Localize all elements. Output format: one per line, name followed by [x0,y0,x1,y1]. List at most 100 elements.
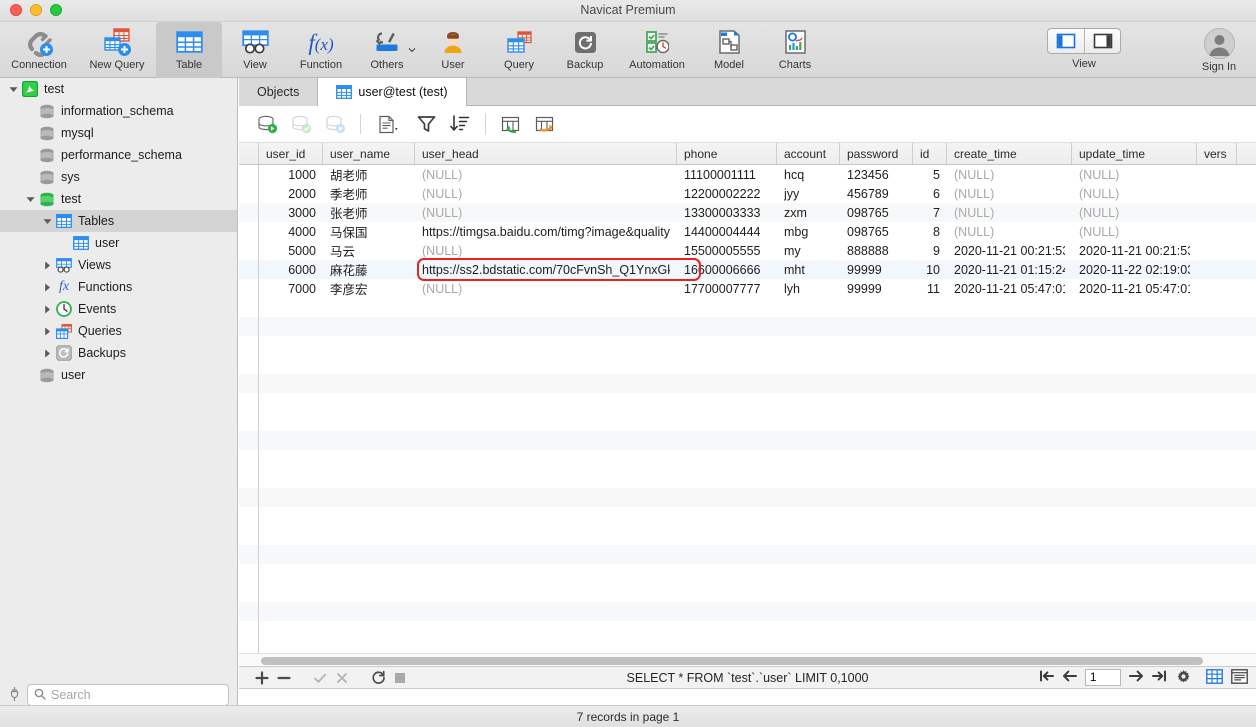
cell-vers[interactable] [1197,203,1237,222]
sort-icon[interactable] [444,110,476,138]
column-header-user_head[interactable]: user_head [415,143,677,164]
row-selector[interactable] [239,260,259,279]
search-input[interactable] [51,688,222,702]
data-grid[interactable]: user_id user_name user_head phone account pas… [239,143,1256,666]
sidebar-item-performance-schema[interactable]: performance_schema [0,144,237,166]
table-row[interactable]: 2000 季老师 (NULL) 12200002222 jyy 456789 6 (NULL)… [239,184,1256,203]
row-selector[interactable] [239,222,259,241]
cell-user_head[interactable]: (NULL) [415,279,677,298]
sidebar-item-views[interactable]: Views [0,254,237,276]
sign-in-button[interactable]: Sign In [1182,22,1256,78]
chevron-down-icon[interactable] [40,218,54,225]
cell-user_head[interactable]: (NULL) [415,165,677,184]
toolbar-charts-button[interactable]: Charts [762,22,828,78]
view-segmented-control[interactable] [1047,28,1121,54]
cell-password[interactable]: 99999 [840,279,913,298]
row-selector[interactable] [239,241,259,260]
cell-user_name[interactable]: 马云 [323,241,415,260]
chevron-right-icon[interactable] [40,283,54,292]
cell-user_name[interactable]: 胡老师 [323,165,415,184]
cell-vers[interactable] [1197,165,1237,184]
cell-user_name[interactable]: 李彦宏 [323,279,415,298]
cell-create_time[interactable]: 2020-11-21 01:15:24 [947,260,1072,279]
cell-account[interactable]: zxm [777,203,840,222]
commit-button[interactable] [285,110,317,138]
sidebar-item-functions[interactable]: fx Functions [0,276,237,298]
sidebar-item-user[interactable]: user [0,232,237,254]
row-selector[interactable] [239,203,259,222]
sidebar-item-sys[interactable]: sys [0,166,237,188]
cell-create_time[interactable]: (NULL) [947,203,1072,222]
cell-user_id[interactable]: 7000 [259,279,323,298]
table-row[interactable]: 7000 李彦宏 (NULL) 17700007777 lyh 99999 11 2020-1… [239,279,1256,298]
toolbar-automation-button[interactable]: Automation [618,22,696,78]
cell-phone[interactable]: 12200002222 [677,184,777,203]
last-page-button[interactable] [1152,670,1167,685]
cell-password[interactable]: 456789 [840,184,913,203]
cell-phone[interactable]: 16600006666 [677,260,777,279]
tab-user-test-test-[interactable]: user@test (test) [318,78,467,106]
column-header-vers[interactable]: vers [1197,143,1237,164]
chevron-right-icon[interactable] [40,261,54,270]
cell-update_time[interactable]: 2020-11-21 00:21:53 [1072,241,1197,260]
cell-update_time[interactable]: (NULL) [1072,203,1197,222]
sidebar-item-tables[interactable]: Tables [0,210,237,232]
toolbar-connection-button[interactable]: Connection [0,22,78,78]
toolbar-table-button[interactable]: Table [156,22,222,78]
cell-user_head[interactable]: https://timgsa.baidu.com/timg?image&qual… [415,222,677,241]
toolbar-view-button[interactable]: View [222,22,288,78]
cell-user_name[interactable]: 季老师 [323,184,415,203]
view-layout-toggle[interactable]: View [1032,22,1136,78]
chevron-right-icon[interactable] [40,349,54,358]
column-header-update_time[interactable]: update_time [1072,143,1197,164]
cell-account[interactable]: mht [777,260,840,279]
cell-user_head[interactable]: https://ss2.bdstatic.com/70cFvnSh_Q1YnxG… [415,260,677,279]
grid-body[interactable]: 1000 胡老师 (NULL) 11100001111 hcq 123456 5 (NULL)… [239,165,1256,653]
toolbar-others-button[interactable]: Others [354,22,420,78]
table-row[interactable]: 4000 马保国 https://timgsa.baidu.com/timg?ima… [239,222,1256,241]
cell-user_id[interactable]: 4000 [259,222,323,241]
cell-update_time[interactable]: (NULL) [1072,184,1197,203]
export-wizard-button[interactable] [529,110,561,138]
gear-icon[interactable] [1177,669,1190,686]
cell-phone[interactable]: 13300003333 [677,203,777,222]
cell-id[interactable]: 7 [913,203,947,222]
toolbar-model-button[interactable]: Model [696,22,762,78]
column-header-id[interactable]: id [913,143,947,164]
cell-user_head[interactable]: (NULL) [415,241,677,260]
cell-phone[interactable]: 11100001111 [677,165,777,184]
cell-user_name[interactable]: 麻花藤 [323,260,415,279]
tab-bar[interactable]: Objects user@test (test) [239,78,1256,106]
cell-update_time[interactable]: (NULL) [1072,222,1197,241]
sidebar-item-information-schema[interactable]: information_schema [0,100,237,122]
column-header-password[interactable]: password [840,143,913,164]
sidebar-left-toggle[interactable] [1048,29,1084,53]
sidebar-item-mysql[interactable]: mysql [0,122,237,144]
chevron-down-icon[interactable] [6,86,20,93]
cell-phone[interactable]: 15500005555 [677,241,777,260]
table-row[interactable]: 5000 马云 (NULL) 15500005555 my 888888 9 2020-11-… [239,241,1256,260]
cell-vers[interactable] [1197,241,1237,260]
cell-user_id[interactable]: 2000 [259,184,323,203]
cell-id[interactable]: 10 [913,260,947,279]
sidebar-item-user[interactable]: user [0,364,237,386]
cell-user_head[interactable]: (NULL) [415,184,677,203]
cell-account[interactable]: mbg [777,222,840,241]
cell-create_time[interactable]: (NULL) [947,222,1072,241]
cell-user_head[interactable]: (NULL) [415,203,677,222]
cell-id[interactable]: 5 [913,165,947,184]
cell-update_time[interactable]: (NULL) [1072,165,1197,184]
cell-password[interactable]: 098765 [840,222,913,241]
grid-view-button[interactable] [1206,668,1223,687]
chevron-right-icon[interactable] [40,327,54,336]
cell-account[interactable]: lyh [777,279,840,298]
cell-vers[interactable] [1197,184,1237,203]
sidebar-right-toggle[interactable] [1084,29,1120,53]
sidebar-item-test[interactable]: test [0,188,237,210]
cell-password[interactable]: 888888 [840,241,913,260]
column-header-account[interactable]: account [777,143,840,164]
grid-header-row[interactable]: user_id user_name user_head phone account pas… [239,143,1256,165]
chevron-down-icon[interactable] [408,42,416,56]
prev-page-button[interactable] [1062,670,1077,685]
row-selector[interactable] [239,279,259,298]
